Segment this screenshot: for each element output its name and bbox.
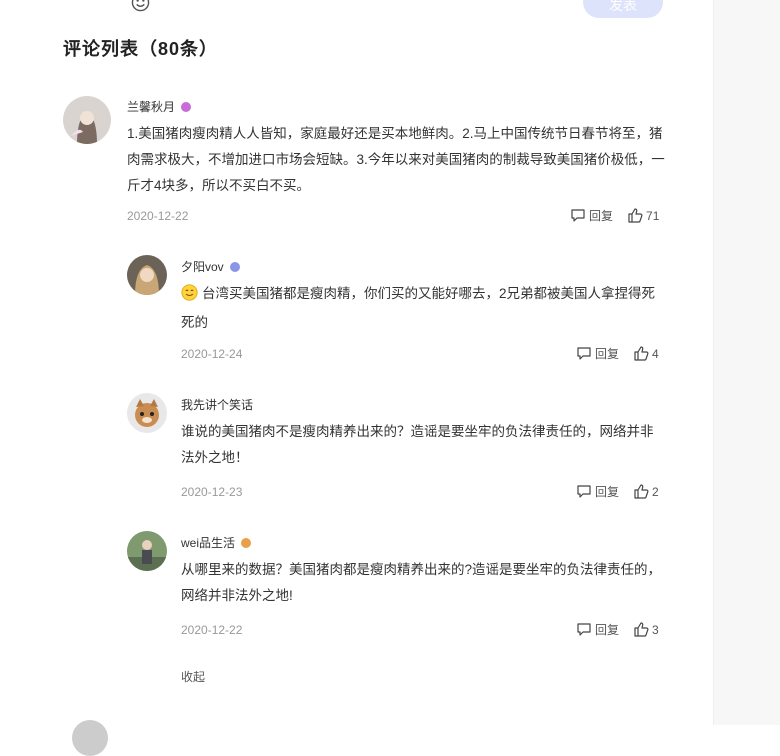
- like-count: 2: [652, 484, 659, 499]
- collapse-replies-link[interactable]: 收起: [181, 668, 205, 685]
- reply-label: 回复: [595, 485, 620, 499]
- comment-date: 2020-12-22: [127, 209, 189, 223]
- reply-icon: [577, 485, 591, 498]
- reply-icon: [577, 623, 591, 636]
- avatar[interactable]: [127, 531, 167, 571]
- reply-icon: [577, 347, 591, 360]
- username[interactable]: 兰馨秋月: [127, 98, 175, 115]
- level-badge-icon: [229, 261, 240, 272]
- like-count: 71: [646, 208, 660, 223]
- thumbs-up-icon: [634, 622, 649, 637]
- like-button[interactable]: 2: [633, 484, 659, 499]
- comment-text: 台湾买美国猪都是瘦肉精，你们买的又能好哪去，2兄弟都被美国人拿捏得死死的: [181, 286, 656, 330]
- smile-emoji-icon: [181, 284, 198, 310]
- thumbs-up-icon: [634, 346, 649, 361]
- like-button[interactable]: 4: [633, 346, 659, 361]
- reply-label: 回复: [589, 209, 614, 223]
- reply-label: 回复: [595, 347, 620, 361]
- comment-text: 谁说的美国猪肉不是瘦肉精养出来的？造谣是要坐牢的负法律责任的，网络并非法外之地！: [181, 424, 654, 465]
- reply-icon: [571, 209, 585, 222]
- like-button[interactable]: 71: [627, 208, 659, 223]
- emoji-icon[interactable]: [131, 0, 150, 12]
- username[interactable]: wei品生活: [181, 534, 235, 551]
- username[interactable]: 我先讲个笑话: [181, 396, 253, 413]
- reply-label: 回复: [595, 623, 620, 637]
- like-count: 3: [652, 622, 659, 637]
- like-count: 4: [652, 346, 659, 361]
- right-sidebar: [713, 0, 780, 725]
- reply-button[interactable]: 回复: [576, 345, 619, 362]
- reply-button[interactable]: 回复: [570, 207, 613, 224]
- comment-list-title: 评论列表（80条）: [63, 39, 219, 59]
- avatar[interactable]: [72, 720, 108, 756]
- comment-date: 2020-12-23: [181, 485, 243, 499]
- comment-text: 从哪里来的数据？美国猪肉都是瘦肉精养出来的?造谣是要坐牢的负法律责任的，网络并非…: [181, 562, 662, 603]
- comment-text: 1.美国猪肉瘦肉精人人皆知，家庭最好还是买本地鲜肉。2.马上中国传统节日春节将至…: [127, 126, 665, 193]
- avatar[interactable]: [63, 96, 111, 144]
- avatar[interactable]: [127, 393, 167, 433]
- reply-button[interactable]: 回复: [576, 621, 619, 638]
- avatar[interactable]: [127, 255, 167, 295]
- like-button[interactable]: 3: [633, 622, 659, 637]
- thumbs-up-icon: [628, 208, 643, 223]
- comment-date: 2020-12-22: [181, 623, 243, 637]
- level-badge-icon: [241, 537, 252, 548]
- level-badge-icon: [181, 101, 192, 112]
- thumbs-up-icon: [634, 484, 649, 499]
- comment-date: 2020-12-24: [181, 347, 243, 361]
- username[interactable]: 夕阳vov: [181, 258, 224, 275]
- reply-button[interactable]: 回复: [576, 483, 619, 500]
- post-button[interactable]: 发表: [583, 0, 663, 18]
